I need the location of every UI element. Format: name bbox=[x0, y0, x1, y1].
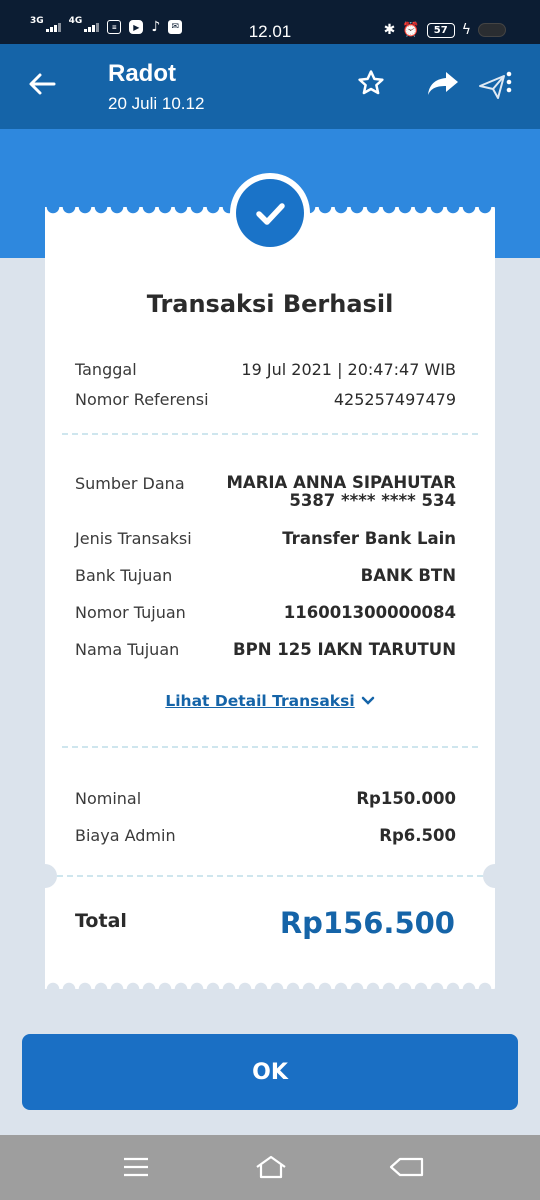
row-label: Jenis Transaksi bbox=[75, 529, 192, 548]
home-icon[interactable] bbox=[253, 1153, 289, 1185]
total-value: Rp156.500 bbox=[279, 906, 455, 940]
row-label: Sumber Dana bbox=[75, 474, 185, 493]
row-label: Tanggal bbox=[75, 360, 137, 379]
row-source: Sumber Dana MARIA ANNA SIPAHUTAR 5387 **… bbox=[75, 474, 456, 510]
row-label: Nama Tujuan bbox=[75, 640, 180, 659]
receipt-card bbox=[45, 214, 495, 982]
divider bbox=[62, 433, 478, 435]
source-account: 5387 **** **** 534 bbox=[289, 491, 456, 510]
forward-icon[interactable] bbox=[426, 68, 460, 105]
row-reference: Nomor Referensi 425257497479 bbox=[75, 390, 456, 409]
row-recipient-name: Nama Tujuan BPN 125 IAKN TARUTUN bbox=[75, 640, 456, 659]
row-value: 425257497479 bbox=[333, 390, 456, 409]
row-value: BANK BTN bbox=[360, 566, 456, 585]
charging-icon: ϟ bbox=[461, 22, 471, 38]
battery-icon: 57 bbox=[426, 22, 455, 38]
status-bar: 3G 4G ≡ ▶ ♪ ✉ 12.01 ✱ ⏰ 57 ϟ bbox=[0, 0, 540, 44]
ok-button[interactable]: OK bbox=[22, 1034, 518, 1110]
receipt-notch-left bbox=[33, 864, 57, 888]
bluetooth-icon: ✱ bbox=[383, 22, 396, 38]
row-value: BPN 125 IAKN TARUTUN bbox=[233, 640, 456, 659]
menu-icon[interactable] bbox=[122, 1155, 150, 1183]
message-date: 20 Juli 10.12 bbox=[108, 94, 205, 113]
receipt-notch-right bbox=[483, 864, 507, 888]
success-check-icon bbox=[230, 173, 310, 253]
row-value: 116001300000084 bbox=[283, 603, 456, 622]
send-menu-icon[interactable] bbox=[478, 68, 514, 109]
divider bbox=[62, 746, 478, 748]
row-value: Rp6.500 bbox=[379, 826, 456, 845]
row-bank: Bank Tujuan BANK BTN bbox=[75, 566, 456, 585]
view-details-link[interactable]: Lihat Detail Transaksi bbox=[45, 692, 495, 710]
row-value: 19 Jul 2021 | 20:47:47 WIB bbox=[241, 360, 456, 379]
row-date: Tanggal 19 Jul 2021 | 20:47:47 WIB bbox=[75, 360, 456, 379]
row-label: Nomor Referensi bbox=[75, 390, 209, 409]
receipt-bottom-edge bbox=[45, 975, 495, 989]
row-label: Nominal bbox=[75, 789, 142, 808]
row-account-number: Nomor Tujuan 116001300000084 bbox=[75, 603, 456, 622]
system-nav-bar bbox=[0, 1135, 540, 1200]
back-arrow-icon[interactable] bbox=[26, 68, 58, 106]
row-value: Rp150.000 bbox=[356, 789, 456, 808]
source-name: MARIA ANNA SIPAHUTAR bbox=[226, 473, 456, 492]
chevron-down-icon[interactable] bbox=[361, 694, 375, 710]
divider bbox=[57, 875, 483, 877]
alarm-icon: ⏰ bbox=[402, 22, 420, 38]
row-nominal: Nominal Rp150.000 bbox=[75, 789, 456, 808]
total-label: Total bbox=[75, 910, 127, 932]
row-value: Transfer Bank Lain bbox=[282, 529, 456, 548]
sender-name: Radot bbox=[108, 60, 176, 87]
row-label: Bank Tujuan bbox=[75, 566, 173, 585]
row-value: MARIA ANNA SIPAHUTAR 5387 **** **** 534 bbox=[227, 474, 456, 510]
view-details-label[interactable]: Lihat Detail Transaksi bbox=[165, 692, 354, 710]
toggle-icon bbox=[478, 23, 506, 37]
row-label: Biaya Admin bbox=[75, 826, 176, 845]
row-transaction-type: Jenis Transaksi Transfer Bank Lain bbox=[75, 529, 456, 548]
star-icon[interactable] bbox=[356, 68, 386, 105]
back-nav-icon[interactable] bbox=[388, 1155, 426, 1183]
row-label: Nomor Tujuan bbox=[75, 603, 186, 622]
row-admin-fee: Biaya Admin Rp6.500 bbox=[75, 826, 456, 845]
receipt-title: Transaksi Berhasil bbox=[146, 290, 394, 318]
app-header: Radot 20 Juli 10.12 bbox=[0, 44, 540, 129]
